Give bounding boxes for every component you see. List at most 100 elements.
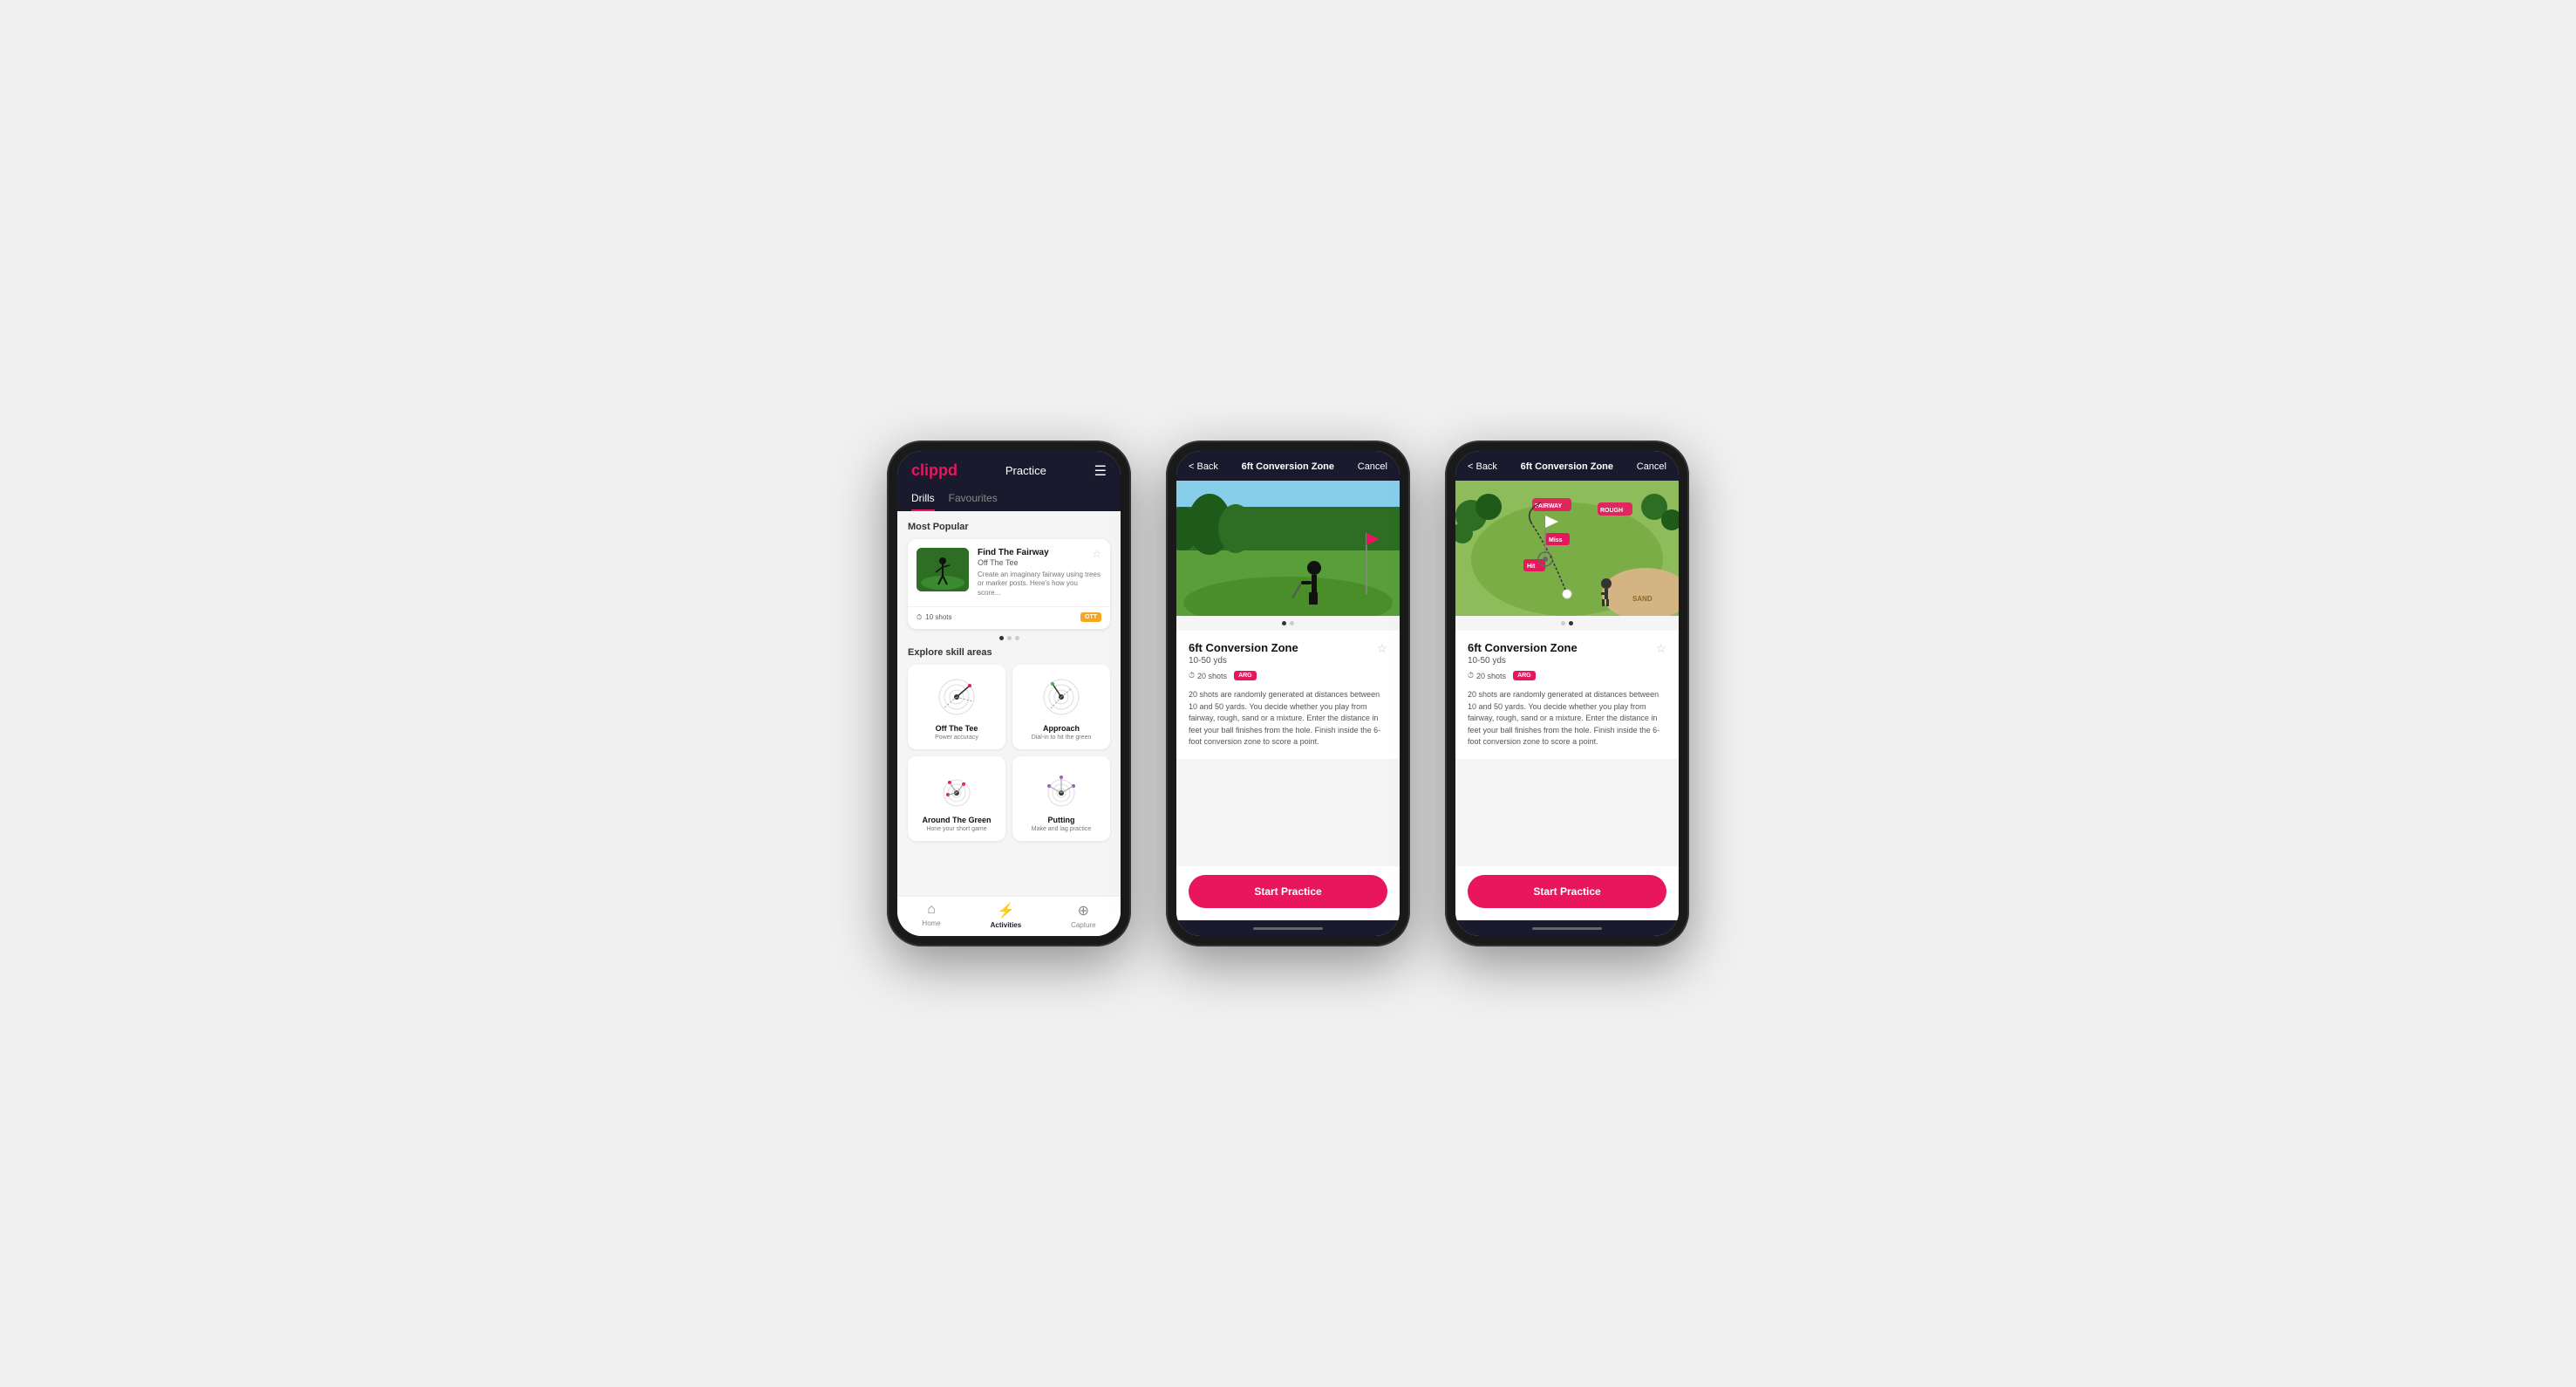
putting-icon bbox=[1035, 767, 1087, 810]
card-text: Find The Fairway Off The Tee ☆ Create an… bbox=[978, 548, 1101, 598]
svg-text:SAND: SAND bbox=[1632, 595, 1653, 603]
back-button-3[interactable]: < Back bbox=[1468, 461, 1497, 472]
phones-container: clippd Practice ☰ Drills Favourites Most… bbox=[887, 441, 1689, 946]
activities-icon: ⚡ bbox=[997, 902, 1014, 919]
start-practice-button-3[interactable]: Start Practice bbox=[1468, 875, 1666, 908]
logo: clippd bbox=[911, 461, 957, 480]
img-dot-1 bbox=[1282, 621, 1286, 625]
drill-title-3: 6ft Conversion Zone bbox=[1468, 641, 1578, 654]
svg-text:Hit: Hit bbox=[1527, 564, 1536, 570]
skill-putting-name: Putting bbox=[1048, 816, 1075, 824]
phone-3: < Back 6ft Conversion Zone Cancel SAND bbox=[1445, 441, 1689, 946]
skill-atg-name: Around The Green bbox=[922, 816, 991, 824]
featured-card[interactable]: Find The Fairway Off The Tee ☆ Create an… bbox=[908, 539, 1110, 629]
home-label: Home bbox=[922, 919, 940, 927]
phone2-header: < Back 6ft Conversion Zone Cancel bbox=[1176, 451, 1400, 481]
hero-image bbox=[1176, 481, 1400, 616]
home-icon: ⌂ bbox=[927, 902, 936, 918]
ott-icon bbox=[930, 675, 983, 719]
skills-grid: Off The Tee Power accuracy bbox=[908, 665, 1110, 841]
skill-around-green[interactable]: Around The Green Hone your short game bbox=[908, 756, 1005, 841]
svg-text:Miss: Miss bbox=[1549, 537, 1563, 543]
phone1-header: clippd Practice ☰ bbox=[897, 451, 1121, 487]
home-bar bbox=[1253, 927, 1323, 930]
ott-tag: OTT bbox=[1080, 612, 1101, 622]
arg-tag-3: ARG bbox=[1513, 671, 1536, 680]
favourite-icon[interactable]: ☆ bbox=[1092, 548, 1101, 567]
home-indicator bbox=[1176, 920, 1400, 936]
phone1-content: Most Popular bbox=[897, 511, 1121, 896]
phone-2-screen: < Back 6ft Conversion Zone Cancel bbox=[1176, 451, 1400, 936]
nav-activities[interactable]: ⚡ Activities bbox=[991, 902, 1022, 929]
drill-header-3: 6ft Conversion Zone 10-50 yds ☆ bbox=[1468, 641, 1666, 666]
dot-1 bbox=[999, 636, 1004, 640]
card-footer: ⏱ 10 shots OTT bbox=[908, 606, 1110, 629]
dot-2 bbox=[1007, 636, 1012, 640]
shots-info: ⏱ 20 shots bbox=[1189, 671, 1227, 680]
capture-icon: ⊕ bbox=[1078, 902, 1089, 919]
start-practice-button[interactable]: Start Practice bbox=[1189, 875, 1387, 908]
map-image: SAND FAIRWAY ROUGH bbox=[1455, 481, 1679, 616]
card-subtitle: Off The Tee bbox=[978, 558, 1049, 567]
card-title: Find The Fairway bbox=[978, 548, 1049, 557]
drill-title: 6ft Conversion Zone bbox=[1189, 641, 1298, 654]
most-popular-title: Most Popular bbox=[908, 522, 1110, 532]
tabs-bar: Drills Favourites bbox=[897, 487, 1121, 511]
home-indicator-3 bbox=[1455, 920, 1679, 936]
atg-icon bbox=[930, 767, 983, 810]
img3-dot-2 bbox=[1569, 621, 1573, 625]
shots-info-3: ⏱ 20 shots bbox=[1468, 671, 1506, 680]
phone2-content: 6ft Conversion Zone 10-50 yds ☆ ⏱ 20 sho… bbox=[1176, 631, 1400, 866]
skill-putting-desc: Make and lag practice bbox=[1032, 826, 1091, 832]
drill-meta: ⏱ 20 shots ARG bbox=[1189, 671, 1387, 680]
drill-info: 6ft Conversion Zone 10-50 yds ☆ ⏱ 20 sho… bbox=[1176, 631, 1400, 759]
arg-tag: ARG bbox=[1234, 671, 1257, 680]
explore-title: Explore skill areas bbox=[908, 647, 1110, 658]
phone3-header-title: 6ft Conversion Zone bbox=[1521, 461, 1613, 472]
phone3-content: 6ft Conversion Zone 10-50 yds ☆ ⏱ 20 sho… bbox=[1455, 631, 1679, 866]
favourite-icon-3[interactable]: ☆ bbox=[1655, 641, 1666, 656]
image-dots bbox=[1176, 616, 1400, 631]
drill-description-3: 20 shots are randomly generated at dista… bbox=[1468, 689, 1666, 748]
drill-meta-3: ⏱ 20 shots ARG bbox=[1468, 671, 1666, 680]
skill-approach[interactable]: Approach Dial-in to hit the green bbox=[1012, 665, 1110, 749]
home-bar-3 bbox=[1532, 927, 1602, 930]
skill-approach-name: Approach bbox=[1043, 724, 1080, 733]
phone-1: clippd Practice ☰ Drills Favourites Most… bbox=[887, 441, 1131, 946]
back-button[interactable]: < Back bbox=[1189, 461, 1218, 472]
cancel-button[interactable]: Cancel bbox=[1358, 461, 1387, 472]
skill-ott-name: Off The Tee bbox=[936, 724, 978, 733]
phone-2: < Back 6ft Conversion Zone Cancel bbox=[1166, 441, 1410, 946]
nav-home[interactable]: ⌂ Home bbox=[922, 902, 940, 929]
svg-text:ROUGH: ROUGH bbox=[1600, 508, 1623, 514]
skill-off-the-tee[interactable]: Off The Tee Power accuracy bbox=[908, 665, 1005, 749]
img3-dot-1 bbox=[1561, 621, 1565, 625]
phone2-header-title: 6ft Conversion Zone bbox=[1242, 461, 1334, 472]
drill-info-3: 6ft Conversion Zone 10-50 yds ☆ ⏱ 20 sho… bbox=[1455, 631, 1679, 759]
bottom-nav: ⌂ Home ⚡ Activities ⊕ Capture bbox=[897, 896, 1121, 936]
image-dots-3 bbox=[1455, 616, 1679, 631]
tab-favourites[interactable]: Favourites bbox=[949, 487, 998, 511]
activities-label: Activities bbox=[991, 921, 1022, 929]
skill-approach-desc: Dial-in to hit the green bbox=[1032, 734, 1091, 741]
phone3-header: < Back 6ft Conversion Zone Cancel bbox=[1455, 451, 1679, 481]
approach-icon bbox=[1035, 675, 1087, 719]
dot-3 bbox=[1015, 636, 1019, 640]
nav-capture[interactable]: ⊕ Capture bbox=[1071, 902, 1095, 929]
drill-subtitle: 10-50 yds bbox=[1189, 656, 1298, 666]
phone-1-screen: clippd Practice ☰ Drills Favourites Most… bbox=[897, 451, 1121, 936]
phone2-bottom: Start Practice bbox=[1176, 866, 1400, 920]
card-image bbox=[917, 548, 969, 591]
cancel-button-3[interactable]: Cancel bbox=[1637, 461, 1666, 472]
favourite-icon[interactable]: ☆ bbox=[1376, 641, 1387, 656]
hamburger-icon[interactable]: ☰ bbox=[1094, 462, 1107, 480]
capture-label: Capture bbox=[1071, 921, 1095, 929]
drill-description: 20 shots are randomly generated at dista… bbox=[1189, 689, 1387, 748]
card-description: Create an imaginary fairway using trees … bbox=[978, 571, 1101, 598]
skill-atg-desc: Hone your short game bbox=[926, 826, 986, 832]
img-dot-2 bbox=[1290, 621, 1294, 625]
skill-putting[interactable]: Putting Make and lag practice bbox=[1012, 756, 1110, 841]
header-title: Practice bbox=[1005, 464, 1046, 477]
tab-drills[interactable]: Drills bbox=[911, 487, 935, 511]
drill-header: 6ft Conversion Zone 10-50 yds ☆ bbox=[1189, 641, 1387, 666]
